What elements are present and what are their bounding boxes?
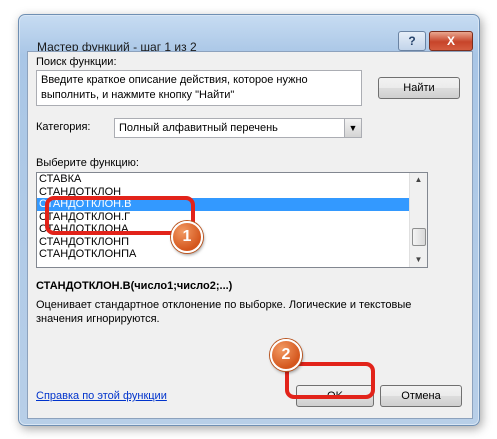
scroll-up-icon[interactable]: ▲ xyxy=(410,173,427,187)
category-selected-value: Полный алфавитный перечень xyxy=(119,122,278,134)
close-icon: X xyxy=(446,34,455,48)
ok-highlight-frame xyxy=(285,362,375,399)
step-marker-1: 1 xyxy=(171,221,203,253)
list-item[interactable]: СТАНДОТКЛОНПА xyxy=(37,248,427,261)
chevron-down-icon[interactable]: ▼ xyxy=(344,119,361,137)
search-input[interactable]: Введите краткое описание действия, котор… xyxy=(36,70,362,106)
list-item[interactable]: СТАВКА xyxy=(37,173,427,186)
category-label: Категория: xyxy=(36,121,91,133)
cancel-button[interactable]: Отмена xyxy=(380,385,462,407)
function-help-link[interactable]: Справка по этой функции xyxy=(36,390,167,402)
title-bar-buttons: ? X xyxy=(398,31,473,51)
scroll-thumb[interactable] xyxy=(412,228,426,246)
help-icon: ? xyxy=(408,34,416,48)
function-signature: СТАНДОТКЛОН.В(число1;число2;...) xyxy=(36,280,233,292)
function-description: Оценивает стандартное отклонение по выбо… xyxy=(36,299,412,325)
function-list-label: Выберите функцию: xyxy=(36,157,139,169)
scroll-down-icon[interactable]: ▼ xyxy=(410,253,427,267)
dialog-body: Поиск функции: Введите краткое описание … xyxy=(27,51,473,419)
find-button[interactable]: Найти xyxy=(378,77,460,99)
step-marker-2: 2 xyxy=(270,339,302,371)
title-bar[interactable]: Мастер функций - шаг 1 из 2 ? X xyxy=(19,15,479,54)
close-button[interactable]: X xyxy=(429,31,473,51)
help-button[interactable]: ? xyxy=(398,31,426,51)
search-label: Поиск функции: xyxy=(36,56,117,68)
category-select[interactable]: Полный алфавитный перечень ▼ xyxy=(114,118,362,138)
list-item[interactable]: СТАНДОТКЛОНП xyxy=(37,236,427,249)
list-scrollbar[interactable]: ▲ ▼ xyxy=(409,173,427,267)
